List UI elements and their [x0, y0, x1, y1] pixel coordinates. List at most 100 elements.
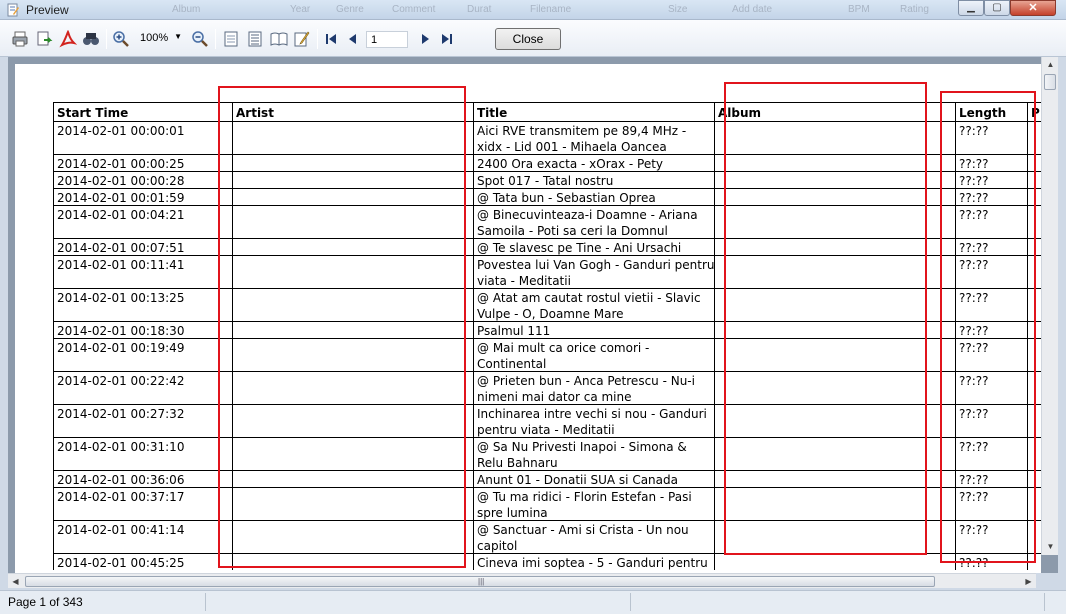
ghost-menu-label: Album [172, 4, 201, 15]
zoom-value: 100% [140, 32, 169, 44]
cell-start-time: 2014-02-01 00:18:30 [53, 321, 233, 338]
annotation-box-length [940, 91, 1036, 563]
status-divider [630, 593, 631, 611]
cell-title-line: Samoila - Poti sa ceri la Domnul [477, 224, 668, 238]
zoom-in-icon[interactable] [112, 30, 130, 48]
cell-title-line: @ Sanctuar - Ami si Crista - Un nou [477, 523, 689, 537]
preview-app-icon [6, 3, 20, 17]
ghost-menu-label: BPM [848, 4, 870, 15]
cell-title: Anunt 01 - Donatii SUA si Canada [473, 470, 715, 487]
cell-title: @ Mai mult ca orice comori - Continental [473, 338, 715, 371]
zoom-out-icon[interactable] [191, 30, 209, 48]
annotation-box-artist [218, 86, 466, 568]
cell-start-time: 2014-02-01 00:45:25 [53, 553, 233, 570]
cell-title-line: nimeni mai dator ca mine [477, 390, 632, 404]
cell-title-line: viata - Meditatii [477, 274, 571, 288]
toolbar-separator [215, 29, 216, 49]
cell-title-line: capitol [477, 539, 518, 553]
minimize-button[interactable]: ▁ [958, 0, 984, 16]
cell-title-line: @ Te slavesc pe Tine - Ani Ursachi [477, 241, 682, 255]
toolbar-separator [106, 29, 107, 49]
cell-title: @ Sa Nu Privesti Inapoi - Simona & Relu B… [473, 437, 715, 470]
cell-title-line: @ Mai mult ca orice comori - [477, 341, 650, 355]
ghost-menu-label: Comment [392, 4, 436, 15]
cell-title-line: 2400 Ora exacta - xOrax - Pety [477, 157, 664, 171]
cell-start-time: 2014-02-01 00:11:41 [53, 255, 233, 288]
cell-title-line: @ Prieten bun - Anca Petrescu - Nu-i [477, 374, 695, 388]
last-page-icon[interactable] [438, 30, 456, 48]
vertical-scrollbar[interactable]: ▲ ▼ [1041, 57, 1058, 555]
cell-title-line: Psalmul 111 [477, 324, 551, 338]
scroll-up-icon[interactable]: ▲ [1042, 57, 1058, 73]
cell-title: @ Te slavesc pe Tine - Ani Ursachi [473, 238, 715, 255]
cell-title: @ Binecuvinteaza-i Doamne - Ariana Samoil… [473, 205, 715, 238]
next-page-icon[interactable] [416, 30, 434, 48]
close-icon: ✕ [1028, 2, 1038, 14]
cell-start-time: 2014-02-01 00:22:42 [53, 371, 233, 404]
page-setup-icon[interactable] [293, 30, 311, 48]
cell-start-time: 2014-02-01 00:13:25 [53, 288, 233, 321]
cell-start-time: 2014-02-01 00:00:01 [53, 121, 233, 154]
scroll-grip-icon: ||| [478, 577, 485, 586]
cell-title-line: spre lumina [477, 506, 548, 520]
column-header-start-time: Start Time [53, 102, 233, 121]
cell-title-line: @ Sa Nu Privesti Inapoi - Simona & [477, 440, 687, 454]
ghost-menu-label: Add date [732, 4, 773, 15]
horizontal-scroll-thumb[interactable]: ||| [25, 576, 935, 587]
close-window-button[interactable]: ✕ [1010, 0, 1056, 16]
cell-title-line: Relu Bahnaru [477, 456, 558, 470]
maximize-icon: ▢ [992, 2, 1002, 13]
status-divider [1044, 593, 1045, 611]
cell-title-line: Aici RVE transmitem pe 89,4 MHz - [477, 124, 687, 138]
scroll-right-icon[interactable]: ▶ [1021, 574, 1036, 589]
cell-start-time: 2014-02-01 00:07:51 [53, 238, 233, 255]
cell-title: Inchinarea intre vechi si nou - Ganduri p… [473, 404, 715, 437]
cell-title-line: Inchinarea intre vechi si nou - Ganduri [477, 407, 707, 421]
cell-title-line: Cineva imi soptea - 5 - Ganduri pentru [477, 556, 708, 570]
maximize-button[interactable]: ▢ [984, 0, 1010, 16]
cell-start-time: 2014-02-01 00:37:17 [53, 487, 233, 520]
cell-title: 2400 Ora exacta - xOrax - Pety [473, 154, 715, 171]
ghost-menu-label: Rating [900, 4, 929, 15]
multi-page-icon[interactable] [246, 30, 264, 48]
print-icon[interactable] [11, 30, 29, 48]
scroll-left-icon[interactable]: ◀ [8, 574, 23, 589]
close-button[interactable]: Close [495, 28, 561, 50]
cell-title-line: Anunt 01 - Donatii SUA si Canada [477, 473, 678, 487]
find-icon[interactable] [82, 30, 100, 48]
cell-title: Psalmul 111 [473, 321, 715, 338]
column-header-title: Title [473, 102, 715, 121]
vertical-scroll-thumb[interactable] [1044, 74, 1056, 90]
cell-start-time: 2014-02-01 00:00:25 [53, 154, 233, 171]
export-icon[interactable] [35, 30, 53, 48]
ghost-menu-label: Genre [336, 4, 364, 15]
scroll-down-icon[interactable]: ▼ [1042, 539, 1058, 555]
zoom-select[interactable]: 100% ▼ [136, 29, 184, 49]
pdf-icon[interactable] [59, 30, 77, 48]
single-page-icon[interactable] [222, 30, 240, 48]
toolbar: 100% ▼ Close [0, 20, 1066, 57]
cell-title: Spot 017 - Tatal nostru [473, 171, 715, 188]
chevron-down-icon: ▼ [174, 32, 182, 41]
cell-title: @ Atat am cautat rostul vietii - Slavic V… [473, 288, 715, 321]
ghost-menu-label: Size [668, 4, 688, 15]
cell-title: @ Sanctuar - Ami si Crista - Un nou capit… [473, 520, 715, 553]
cell-start-time: 2014-02-01 00:31:10 [53, 437, 233, 470]
cell-title: @ Prieten bun - Anca Petrescu - Nu-i nime… [473, 371, 715, 404]
cell-title: Aici RVE transmitem pe 89,4 MHz - xidx - … [473, 121, 715, 154]
cell-title: @ Tu ma ridici - Florin Estefan - Pasi sp… [473, 487, 715, 520]
page-number-input[interactable] [366, 31, 408, 48]
ghost-menu-label: Filename [530, 4, 572, 15]
book-view-icon[interactable] [270, 30, 288, 48]
horizontal-scrollbar[interactable]: ◀ ||| ▶ [8, 573, 1036, 588]
status-bar: Page 1 of 343 [0, 590, 1066, 614]
cell-title: Povestea lui Van Gogh - Ganduri pentru vi… [473, 255, 715, 288]
first-page-icon[interactable] [322, 30, 340, 48]
cell-start-time: 2014-02-01 00:04:21 [53, 205, 233, 238]
cell-start-time: 2014-02-01 00:36:06 [53, 470, 233, 487]
ghost-menu-label: Durat [467, 4, 492, 15]
ghost-menu-label: Year [290, 4, 311, 15]
document-viewport[interactable]: Start Time Artist Title Album Length P 2… [8, 57, 1058, 573]
previous-page-icon[interactable] [344, 30, 362, 48]
cell-title-line: pentru viata - Meditatii [477, 423, 615, 437]
